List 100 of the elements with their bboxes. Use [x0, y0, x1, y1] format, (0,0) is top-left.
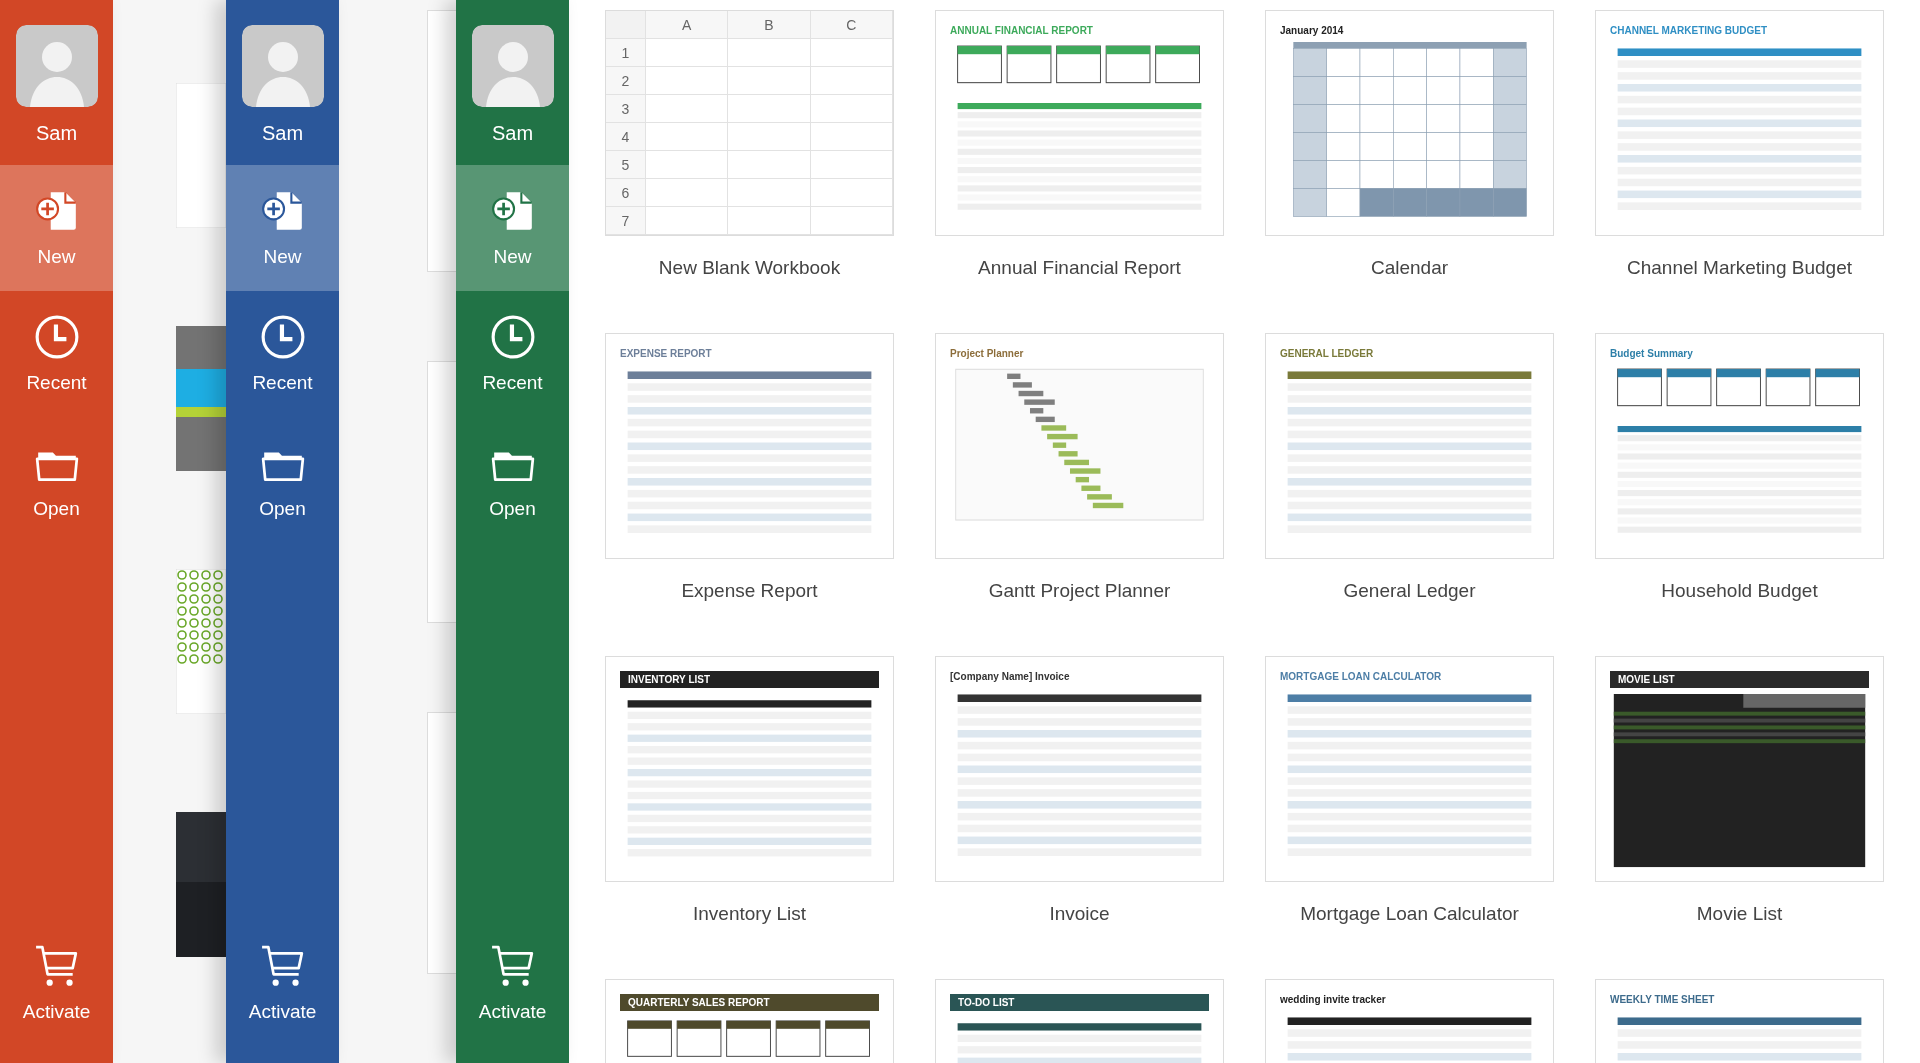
template-name[interactable]: Channel Marketing Budget — [1595, 236, 1884, 300]
table-cell[interactable] — [810, 95, 893, 123]
template-heading: January 2014 — [1280, 25, 1344, 36]
template-thumbnail[interactable]: Project Planner — [935, 333, 1224, 559]
row-header: 3 — [606, 95, 646, 123]
user-name: Sam — [491, 122, 534, 145]
template-name[interactable]: General Ledger — [1265, 559, 1554, 623]
template-thumbnail[interactable]: MORTGAGE LOAN CALCULATOR — [1265, 656, 1554, 882]
template-thumbnail[interactable]: wedding invite tracker — [1265, 979, 1554, 1063]
clock-icon — [33, 314, 80, 360]
sidebar-item[interactable]: Recent — [0, 291, 113, 417]
template-thumbnail[interactable]: GENERAL LEDGER — [1265, 333, 1554, 559]
column-header: C — [810, 11, 893, 39]
table-cell[interactable] — [728, 67, 811, 95]
user-name: Sam — [35, 122, 78, 145]
table-cell[interactable] — [646, 67, 729, 95]
cart-icon — [259, 943, 306, 989]
user-name: Sam — [261, 122, 304, 145]
template-name[interactable]: Annual Financial Report — [935, 236, 1224, 300]
cart-icon — [489, 943, 536, 989]
template-thumbnail[interactable]: Budget Summary — [1595, 333, 1884, 559]
template-heading: MOVIE LIST — [1610, 671, 1869, 688]
row-header: 4 — [606, 123, 646, 151]
document-thumbnail[interactable] — [427, 712, 456, 975]
table-cell[interactable] — [728, 95, 811, 123]
template-heading: WEEKLY TIME SHEET — [1610, 994, 1715, 1005]
cart-icon — [33, 943, 80, 989]
row-header: 7 — [606, 207, 646, 235]
template-name[interactable]: Invoice — [935, 882, 1224, 946]
table-cell[interactable] — [728, 123, 811, 151]
clock-icon — [489, 314, 536, 360]
sidebar-item[interactable]: Recent — [226, 291, 339, 417]
activate-button[interactable]: Activate — [456, 943, 569, 1063]
table-cell[interactable] — [810, 151, 893, 179]
row-header: 6 — [606, 179, 646, 207]
clock-icon — [259, 314, 306, 360]
row-header: 2 — [606, 67, 646, 95]
activate-button[interactable]: Activate — [226, 943, 339, 1063]
table-cell[interactable] — [810, 123, 893, 151]
document-thumbnail[interactable] — [427, 10, 456, 273]
document-thumbnail[interactable] — [427, 361, 456, 624]
corner-cell — [606, 11, 646, 39]
table-cell[interactable] — [810, 179, 893, 207]
template-name[interactable]: Expense Report — [605, 559, 894, 623]
template-heading: QUARTERLY SALES REPORT — [620, 994, 879, 1011]
table-cell[interactable] — [728, 179, 811, 207]
table-cell[interactable] — [810, 39, 893, 67]
column-header: B — [728, 11, 811, 39]
sidebar-item[interactable]: Recent — [456, 291, 569, 417]
template-name[interactable]: Movie List — [1595, 882, 1884, 946]
template-thumbnail[interactable]: INVENTORY LIST — [605, 656, 894, 882]
template-heading: TO-DO LIST — [950, 994, 1209, 1011]
template-thumbnail[interactable]: EXPENSE REPORT — [605, 333, 894, 559]
slide-thumbnail-drawing[interactable] — [176, 569, 226, 714]
table-cell[interactable] — [646, 179, 729, 207]
column-header: A — [646, 11, 729, 39]
template-heading: CHANNEL MARKETING BUDGET — [1610, 25, 1768, 36]
template-thumbnail[interactable]: TO-DO LIST — [935, 979, 1224, 1063]
sidebar-item[interactable]: Open — [456, 417, 569, 543]
template-name[interactable]: Mortgage Loan Calculator — [1265, 882, 1554, 946]
table-cell[interactable] — [646, 95, 729, 123]
table-cell[interactable] — [728, 207, 811, 235]
avatar-icon[interactable] — [15, 25, 98, 107]
template-thumbnail[interactable]: WEEKLY TIME SHEET — [1595, 979, 1884, 1063]
template-thumbnail[interactable]: QUARTERLY SALES REPORT — [605, 979, 894, 1063]
avatar-icon[interactable] — [241, 25, 324, 107]
template-heading: GENERAL LEDGER — [1280, 348, 1374, 359]
template-heading: INVENTORY LIST — [620, 671, 879, 688]
template-thumbnail[interactable]: [Company Name] Invoice — [935, 656, 1224, 882]
sidebar-item[interactable]: Open — [0, 417, 113, 543]
template-name[interactable]: Inventory List — [605, 882, 894, 946]
table-cell[interactable] — [810, 207, 893, 235]
template-thumbnail[interactable]: CHANNEL MARKETING BUDGET — [1595, 10, 1884, 236]
table-cell[interactable] — [646, 151, 729, 179]
avatar-icon[interactable] — [471, 25, 554, 107]
activate-button[interactable]: Activate — [0, 943, 113, 1063]
table-cell[interactable] — [646, 207, 729, 235]
template-name[interactable]: Calendar — [1265, 236, 1554, 300]
template-heading: Budget Summary — [1610, 348, 1693, 359]
template-heading: Project Planner — [950, 348, 1024, 359]
slide-thumbnail-drawing[interactable] — [176, 812, 226, 957]
table-cell[interactable] — [728, 39, 811, 67]
slide-thumbnail-drawing[interactable] — [176, 326, 226, 471]
sidebar-item[interactable]: New — [226, 165, 339, 291]
template-heading: [Company Name] Invoice — [950, 671, 1070, 682]
sidebar-item[interactable]: Open — [226, 417, 339, 543]
template-heading: EXPENSE REPORT — [620, 348, 712, 359]
table-cell[interactable] — [728, 151, 811, 179]
template-thumbnail[interactable]: A B C 1 2 3 4 5 6 7 — [605, 10, 894, 236]
table-cell[interactable] — [810, 67, 893, 95]
template-thumbnail[interactable]: MOVIE LIST — [1595, 656, 1884, 882]
table-cell[interactable] — [646, 39, 729, 67]
template-heading: MORTGAGE LOAN CALCULATOR — [1280, 671, 1442, 682]
template-name[interactable]: Household Budget — [1595, 559, 1884, 623]
row-header: 5 — [606, 151, 646, 179]
template-name[interactable]: New Blank Workbook — [605, 236, 894, 300]
template-name[interactable]: Gantt Project Planner — [935, 559, 1224, 623]
row-header: 1 — [606, 39, 646, 67]
template-thumbnail[interactable]: January 2014 — [1265, 10, 1554, 236]
table-cell[interactable] — [646, 123, 729, 151]
